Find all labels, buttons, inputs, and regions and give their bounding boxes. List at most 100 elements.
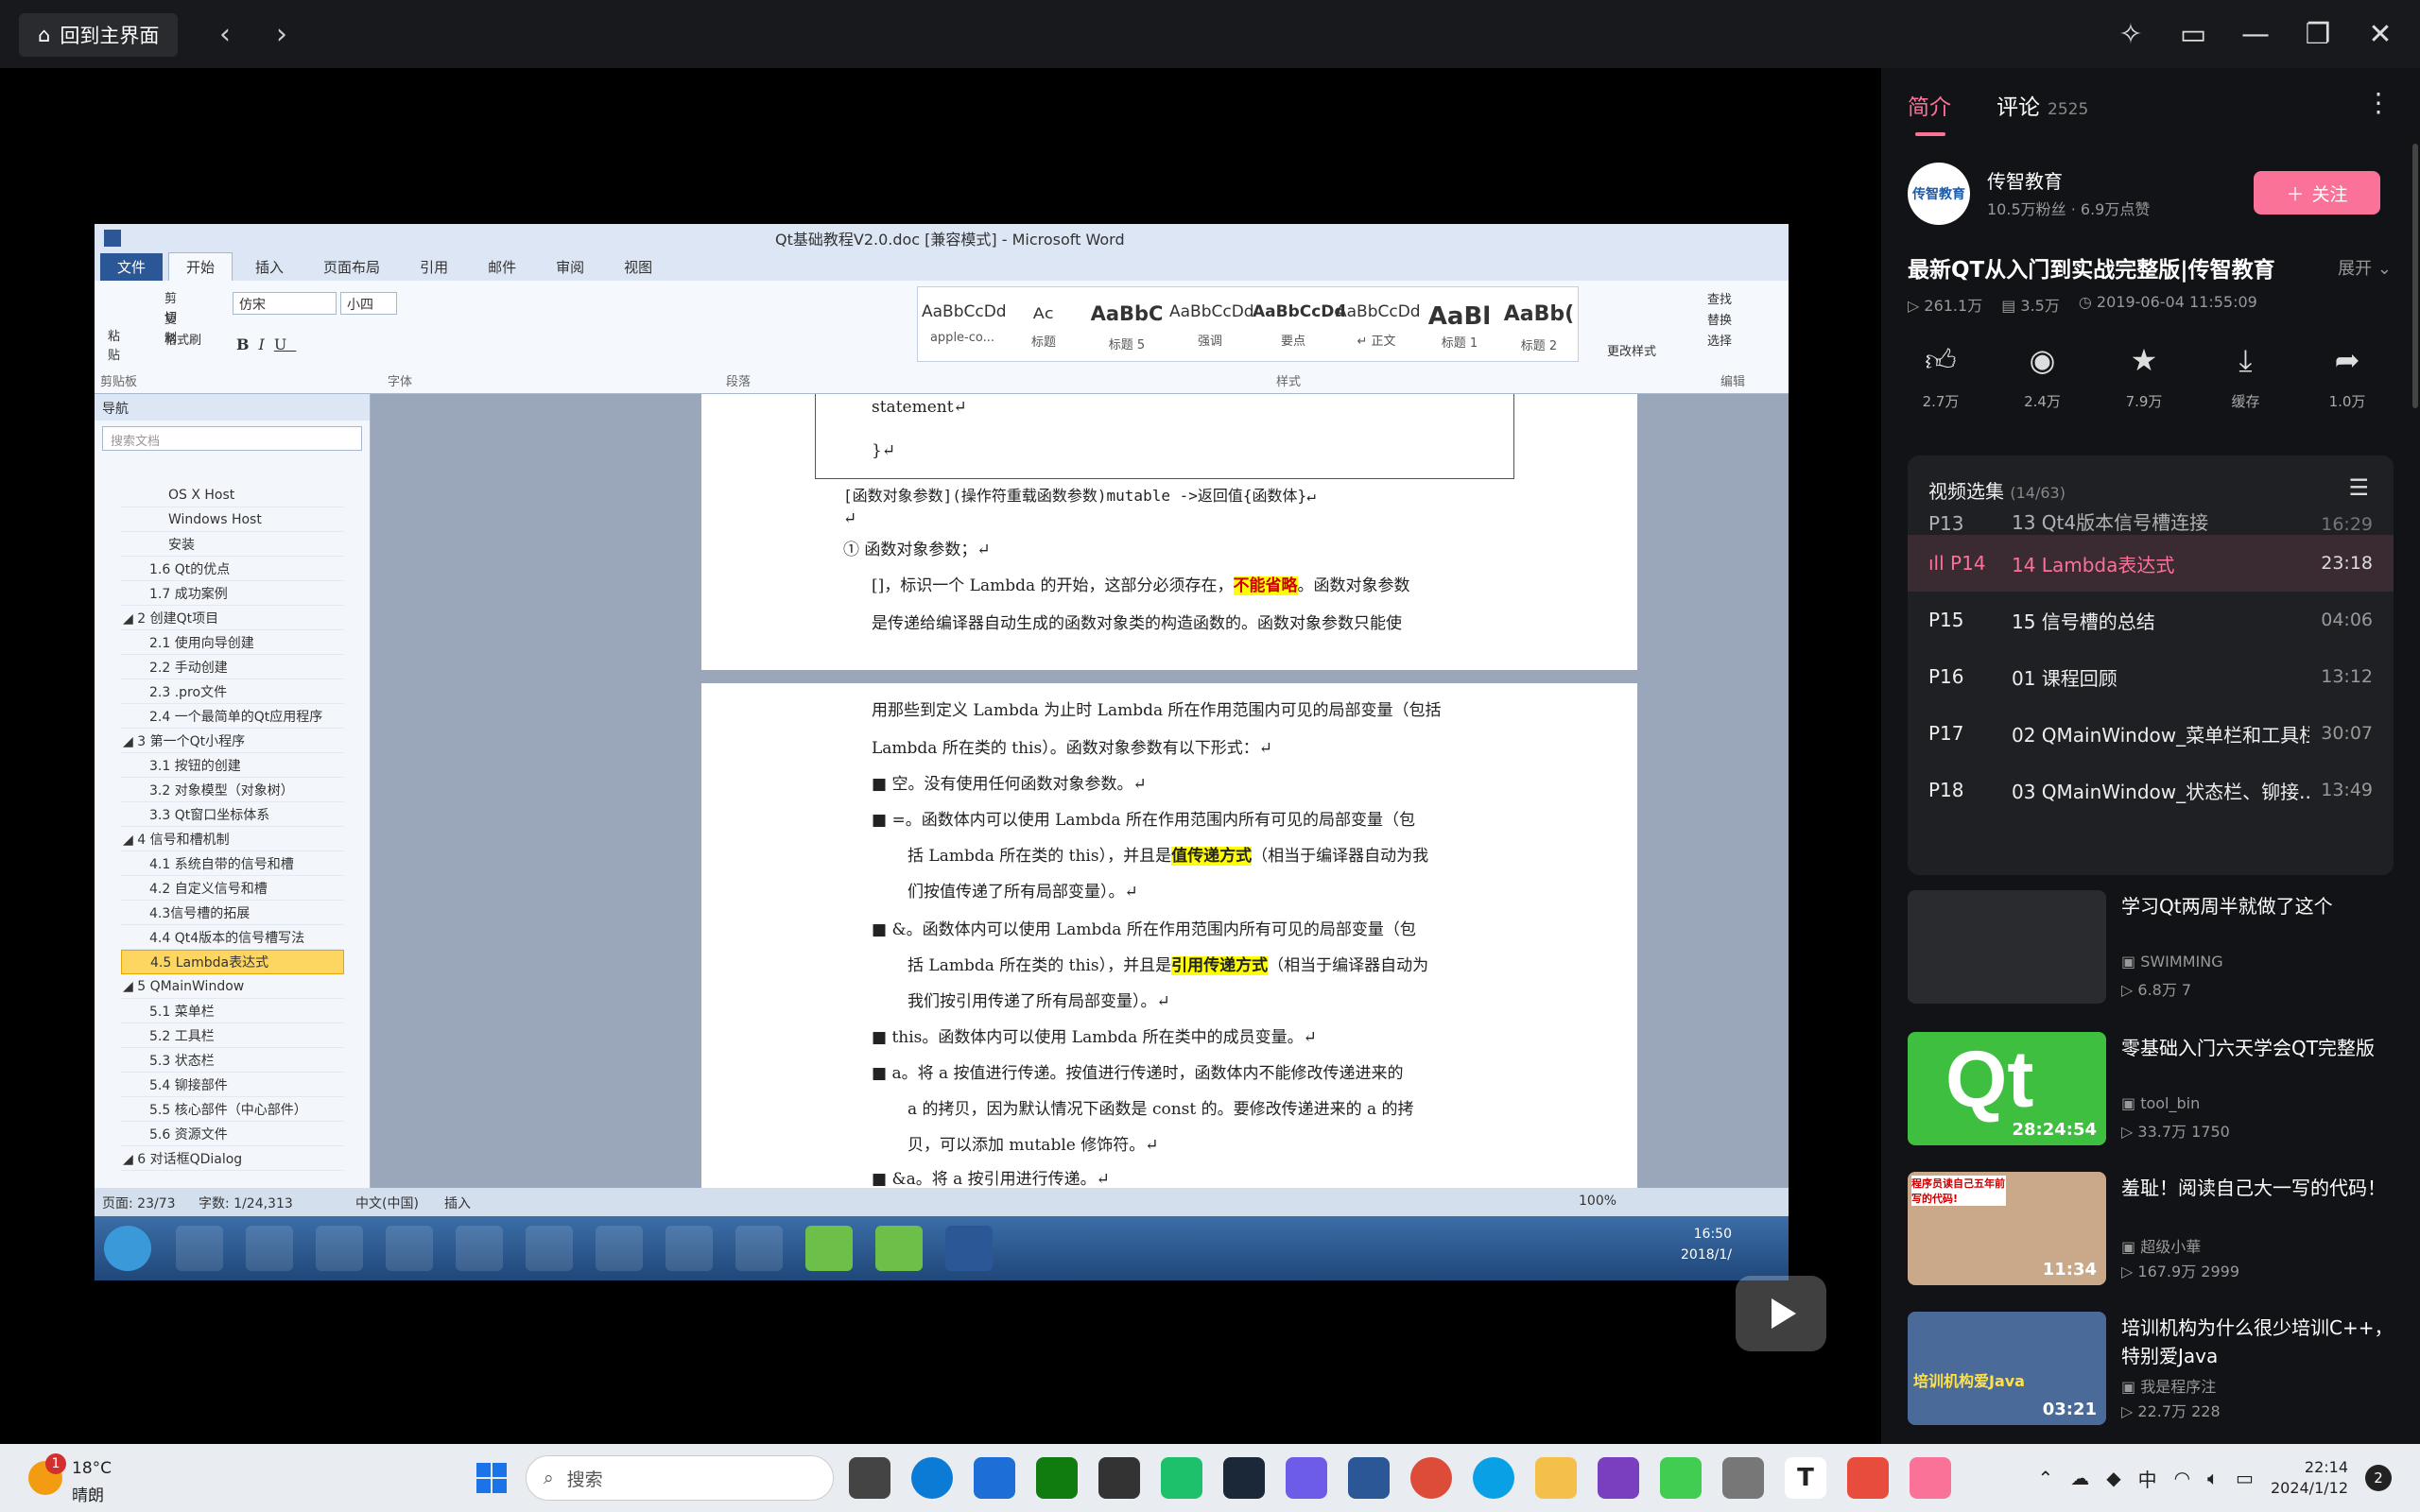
minimize-icon[interactable]: —	[2235, 15, 2276, 53]
episode-item[interactable]: P15 15 信号槽的总结 04:06	[1908, 592, 2394, 648]
highlight-mark: 不能省略	[1233, 576, 1298, 595]
like-button[interactable]: 👍︎ 2.7万	[1908, 342, 1974, 411]
battery-icon[interactable]: ▭	[2236, 1467, 2254, 1489]
nav-heading: ◢ 2 创建Qt项目	[121, 606, 344, 630]
font-name-box: 仿宋	[233, 292, 337, 315]
wechat-icon[interactable]	[1161, 1457, 1202, 1499]
coin-icon: ◉	[2029, 342, 2056, 378]
nav-heading: 2.3 .pro文件	[121, 679, 344, 704]
play-button[interactable]	[1736, 1276, 1826, 1351]
steam-icon[interactable]	[1223, 1457, 1265, 1499]
doc-line: 用那些到定义 Lambda 为止时 Lambda 所在作用范围内可见的局部变量（…	[872, 701, 1442, 720]
more-icon[interactable]: ⋮	[2365, 87, 2392, 118]
tray-app-icon[interactable]: ◆	[2106, 1467, 2120, 1489]
style-item: ᴬᶜ 标题	[1030, 302, 1056, 350]
text-editor-icon[interactable]: T	[1785, 1457, 1826, 1499]
status-page: 页面: 23/73	[102, 1196, 176, 1211]
task-view-icon[interactable]	[849, 1457, 890, 1499]
edge-icon[interactable]	[911, 1457, 953, 1499]
start-icon[interactable]	[471, 1457, 512, 1499]
folder-icon	[735, 1226, 783, 1271]
share-button[interactable]: ➦ 1.0万	[2314, 342, 2380, 411]
chevron-down-icon: ⌄	[2377, 259, 2392, 279]
visual-studio-icon[interactable]	[1598, 1457, 1639, 1499]
star-icon: ★	[2130, 342, 2158, 378]
picture-in-picture-icon[interactable]: ▭	[2172, 15, 2214, 53]
security-icon[interactable]	[1722, 1457, 1764, 1499]
doc-line: Lambda 所在类的 this）。函数对象参数有以下形式：↵	[872, 739, 1272, 758]
cloud-icon[interactable]: ☁	[2070, 1467, 2089, 1489]
avatar[interactable]: 传智教育	[1908, 163, 1970, 225]
video-thumbnail: Qt 28:24:54	[1908, 1032, 2106, 1145]
style-item: AaBbC 标题 5	[1090, 302, 1164, 352]
video-thumbnail: 培训机构爱Java 03:21	[1908, 1312, 2106, 1425]
word-icon[interactable]	[1348, 1457, 1390, 1499]
doc-line: ■ &。函数体内可以使用 Lambda 所在作用范围内所有可见的局部变量（包	[872, 920, 1416, 939]
pin-icon[interactable]: ✧	[2110, 15, 2152, 53]
qt-creator-icon[interactable]	[1660, 1457, 1702, 1499]
store-icon[interactable]	[974, 1457, 1015, 1499]
volume-icon[interactable]: 🔈︎	[2207, 1467, 2219, 1489]
weather-widget[interactable]: 1 18°C 晴朗	[28, 1453, 132, 1505]
xbox-icon[interactable]	[1036, 1457, 1078, 1499]
episode-item-current[interactable]: ıll P14 14 Lambda表达式 23:18	[1908, 535, 2394, 592]
scrollbar[interactable]	[2412, 144, 2418, 408]
wps-icon[interactable]	[1847, 1457, 1889, 1499]
nav-heading: 2.4 一个最简单的Qt应用程序	[121, 704, 344, 729]
episode-item[interactable]: P16 01 课程回顾 13:12	[1908, 648, 2394, 705]
nav-heading: Windows Host	[121, 507, 344, 532]
chrome-icon[interactable]	[1410, 1457, 1452, 1499]
close-icon[interactable]: ✕	[2360, 15, 2401, 53]
episode-item[interactable]: P17 02 QMainWindow_菜单栏和工具栏 30:07	[1908, 705, 2394, 762]
recommended-author: ▣ 我是程序注	[2121, 1378, 2217, 1396]
coin-button[interactable]: ◉ 2.4万	[2010, 342, 2076, 411]
uploader-name[interactable]: 传智教育	[1987, 166, 2063, 194]
bilibili-icon[interactable]	[1910, 1457, 1951, 1499]
app-icon[interactable]	[1286, 1457, 1327, 1499]
recommended-video[interactable]: 程序员读自己五年前写的代码! 11:34 羞耻！阅读自己大一写的代码！ ▣ 超级…	[1908, 1172, 2399, 1285]
nav-heading: 5.2 工具栏	[121, 1023, 344, 1048]
tab-comments[interactable]: 评论 2525	[1996, 89, 2088, 121]
tab-intro[interactable]: 简介	[1908, 89, 1951, 121]
notification-badge[interactable]: 2	[2365, 1465, 2392, 1491]
cache-button[interactable]: ⤓ 缓存	[2213, 342, 2279, 411]
recommended-video[interactable]: 学习Qt两周半就做了这个 ▣ SWIMMING ▷ 6.8万 7	[1908, 890, 2399, 1004]
ribbon-group-label: 段落	[726, 375, 752, 389]
forward-icon[interactable]: ›	[263, 17, 301, 51]
share-icon: ➦	[2334, 342, 2360, 378]
expand-button[interactable]: 展开 ⌄	[2338, 255, 2392, 280]
wifi-icon[interactable]: ◠	[2174, 1467, 2190, 1489]
chevron-up-icon[interactable]: ⌃	[2037, 1467, 2053, 1489]
back-icon[interactable]: ‹	[206, 17, 244, 51]
find-label: 查找	[1707, 293, 1733, 307]
restore-icon[interactable]: ❐	[2297, 15, 2339, 53]
home-button[interactable]: ⌂ 回到主界面	[19, 13, 179, 57]
clock[interactable]: 22:14 2024/1/12	[2271, 1457, 2348, 1499]
browser-icon[interactable]	[1473, 1457, 1514, 1499]
favorite-button[interactable]: ★ 7.9万	[2111, 342, 2177, 411]
taskbar-search[interactable]: ⌕ 搜索	[526, 1455, 834, 1501]
folder-icon[interactable]	[1535, 1457, 1577, 1499]
episode-item[interactable]: P13 13 Qt4版本信号槽连接 16:29	[1908, 507, 2394, 535]
font-size-box: 小四	[340, 292, 397, 315]
system-tray: ⌃ ☁ ◆ 中 ◠ 🔈︎ ▭ 22:14 2024/1/12 2	[2037, 1444, 2392, 1512]
nav-heading: 5.4 铆接部件	[121, 1073, 344, 1097]
ribbon-group-label: 编辑	[1720, 375, 1746, 389]
nav-pane-title: 导航	[95, 394, 370, 421]
word-ribbon-tabs: 文件 开始 插入 页面布局 引用 邮件 审阅 视图	[95, 252, 1789, 281]
unity-icon	[316, 1226, 363, 1271]
word-title-bar: Qt基础教程V2.0.doc [兼容模式] - Microsoft Word	[95, 224, 1789, 252]
recommended-author: ▣ tool_bin	[2121, 1094, 2201, 1112]
game-icon[interactable]	[1098, 1457, 1140, 1499]
list-icon[interactable]: ☰	[2348, 474, 2369, 501]
recommended-stats: ▷ 6.8万 7	[2121, 981, 2192, 999]
follow-button[interactable]: ＋关注	[2254, 171, 2380, 215]
video-player[interactable]: Qt基础教程V2.0.doc [兼容模式] - Microsoft Word 文…	[0, 68, 1881, 1508]
word-tab: 审阅	[556, 259, 585, 276]
episode-item[interactable]: P18 03 QMainWindow_状态栏、铆接... 13:49	[1908, 762, 2394, 818]
recommended-video[interactable]: Qt 28:24:54 零基础入门六天学会QT完整版 ▣ tool_bin ▷ …	[1908, 1032, 2399, 1145]
recommended-video[interactable]: 培训机构爱Java 03:21 培训机构为什么很少培训C++，特别爱Java ▣…	[1908, 1312, 2399, 1425]
thumbnail-text: 程序员读自己五年前写的代码!	[1911, 1176, 2006, 1206]
nav-search-box: 搜索文档	[102, 426, 362, 451]
ime-indicator[interactable]: 中	[2138, 1465, 2157, 1492]
